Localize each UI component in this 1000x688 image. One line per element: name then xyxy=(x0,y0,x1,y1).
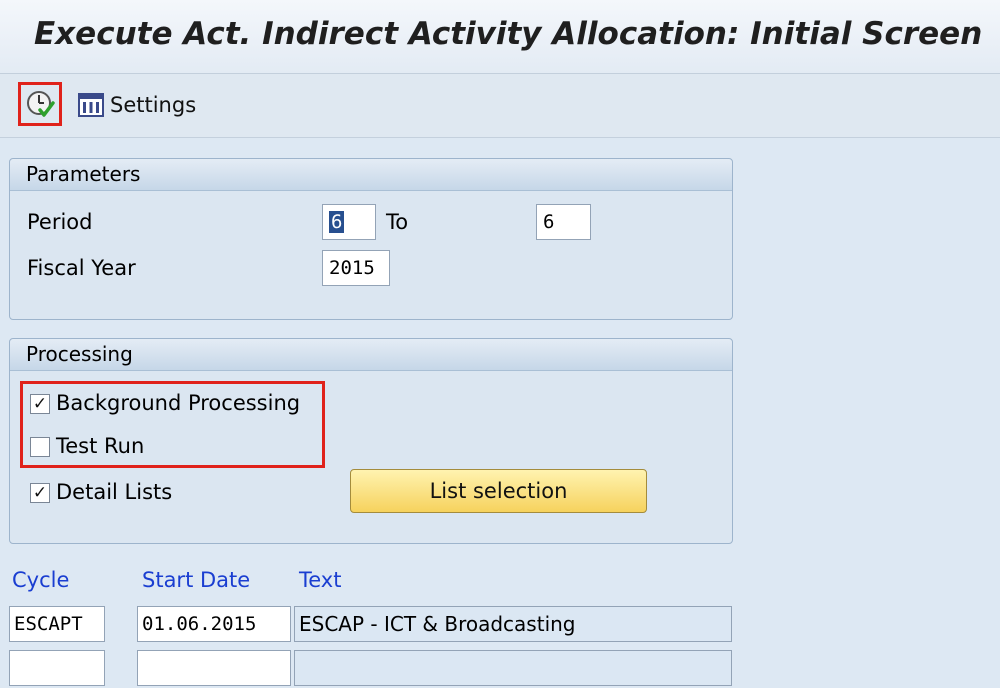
column-header-cycle: Cycle xyxy=(12,568,70,592)
period-to-field[interactable]: 6 xyxy=(536,204,591,240)
background-processing-checkbox[interactable]: ✓ xyxy=(30,394,50,414)
window-title: Execute Act. Indirect Activity Allocatio… xyxy=(34,16,983,52)
processing-header: Processing xyxy=(10,339,732,371)
list-selection-button[interactable]: List selection xyxy=(350,469,647,513)
start-date-cell[interactable] xyxy=(137,650,291,686)
background-processing-label: Background Processing xyxy=(56,391,301,415)
detail-lists-label: Detail Lists xyxy=(56,480,173,504)
parameters-header: Parameters xyxy=(10,159,732,191)
period-from-field[interactable]: 6 xyxy=(322,204,376,240)
cycle-cell[interactable]: ESCAPT xyxy=(9,606,105,642)
application-toolbar: Settings xyxy=(0,74,1000,138)
fiscal-year-field[interactable]: 2015 xyxy=(322,250,390,286)
settings-button[interactable]: Settings xyxy=(78,90,196,120)
text-cell xyxy=(294,650,732,686)
start-date-cell[interactable]: 01.06.2015 xyxy=(137,606,291,642)
period-label: Period xyxy=(27,210,93,234)
text-cell: ESCAP - ICT & Broadcasting xyxy=(294,606,732,642)
to-label: To xyxy=(386,210,409,234)
fiscal-year-label: Fiscal Year xyxy=(27,256,136,280)
columns-settings-icon xyxy=(78,93,104,117)
test-run-label: Test Run xyxy=(56,434,145,458)
period-from-value: 6 xyxy=(329,211,345,233)
cycle-cell[interactable] xyxy=(9,650,105,686)
title-bar: Execute Act. Indirect Activity Allocatio… xyxy=(0,0,1000,74)
column-header-start-date: Start Date xyxy=(142,568,251,592)
column-header-text: Text xyxy=(299,568,342,592)
test-run-checkbox[interactable] xyxy=(30,437,50,457)
execute-button[interactable] xyxy=(18,82,62,126)
detail-lists-checkbox[interactable]: ✓ xyxy=(30,483,50,503)
settings-label: Settings xyxy=(110,93,197,117)
execute-clock-check-icon xyxy=(27,91,55,117)
